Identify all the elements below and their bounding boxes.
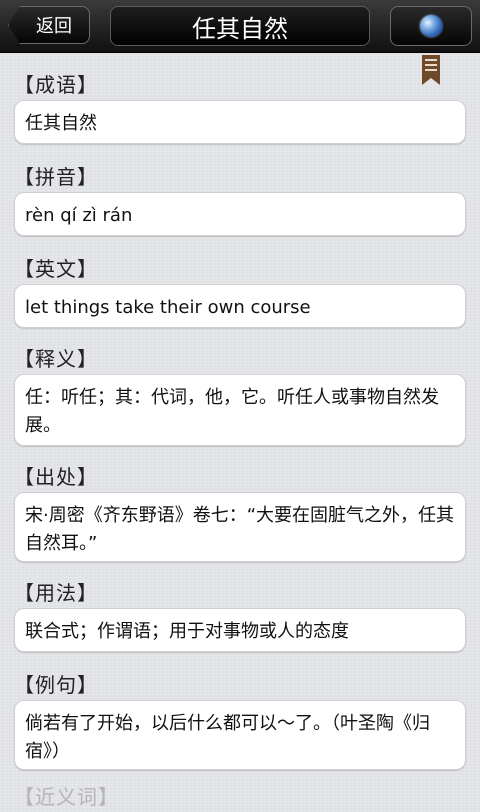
section-label: 【例句】 xyxy=(14,673,98,697)
section-label: 【出处】 xyxy=(14,465,98,489)
section-value: let things take their own course xyxy=(14,284,466,328)
page-title: 任其自然 xyxy=(110,6,370,46)
section-label: 【用法】 xyxy=(14,581,98,605)
section-label: 【拼音】 xyxy=(14,165,98,189)
section-synonyms: 【近义词】 xyxy=(14,782,466,812)
section-definition: 【释义】 任：听任；其：代词，他，它。听任人或事物自然发展。 xyxy=(14,344,466,446)
section-english: 【英文】 let things take their own course xyxy=(14,254,466,328)
section-source: 【出处】 宋·周密《齐东野语》卷七：“大要在固脏气之外，任其自然耳。” xyxy=(14,462,466,562)
section-value: 任：听任；其：代词，他，它。听任人或事物自然发展。 xyxy=(14,374,466,446)
section-value: rèn qí zì rán xyxy=(14,192,466,236)
section-value: 倘若有了开始，以后什么都可以～了。（叶圣陶《归宿》） xyxy=(14,700,466,770)
globe-icon xyxy=(420,15,442,37)
section-idiom: 【成语】 任其自然 xyxy=(14,70,466,144)
section-usage: 【用法】 联合式；作谓语；用于对事物或人的态度 xyxy=(14,578,466,652)
top-bar: 返回 任其自然 xyxy=(0,0,480,53)
section-label: 【近义词】 xyxy=(14,785,119,809)
globe-button[interactable] xyxy=(390,6,472,46)
section-label: 【英文】 xyxy=(14,257,98,281)
section-label: 【释义】 xyxy=(14,347,98,371)
section-label: 【成语】 xyxy=(14,73,98,97)
section-value: 联合式；作谓语；用于对事物或人的态度 xyxy=(14,608,466,652)
section-pinyin: 【拼音】 rèn qí zì rán xyxy=(14,162,466,236)
section-example: 【例句】 倘若有了开始，以后什么都可以～了。（叶圣陶《归宿》） xyxy=(14,670,466,770)
section-value: 任其自然 xyxy=(14,100,466,144)
section-value: 宋·周密《齐东野语》卷七：“大要在固脏气之外，任其自然耳。” xyxy=(14,492,466,562)
back-button[interactable]: 返回 xyxy=(8,6,90,44)
